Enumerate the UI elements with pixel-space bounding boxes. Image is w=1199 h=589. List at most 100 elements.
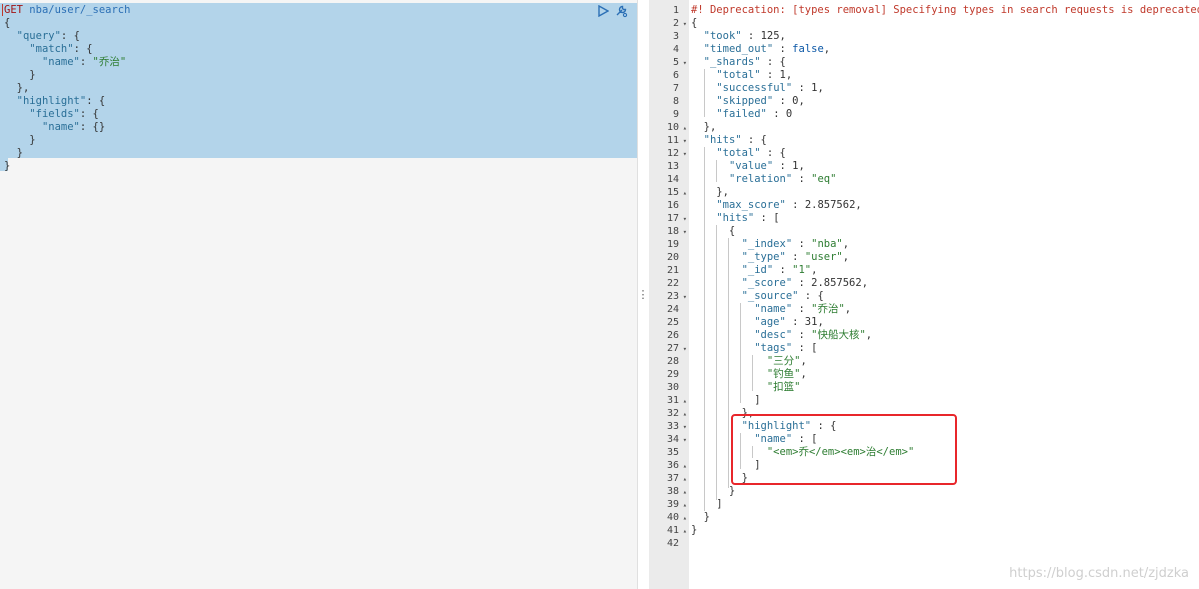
code-token: "successful" xyxy=(716,82,793,94)
code-token: "_type" xyxy=(741,251,786,263)
line-number: 24 xyxy=(649,303,689,316)
line-number-text: 9 xyxy=(672,109,679,120)
line-number: 35 xyxy=(649,446,689,459)
line-number: 5 ▾ xyxy=(649,56,689,69)
code-token: "三分" xyxy=(766,355,801,367)
line-number-text: 7 xyxy=(672,83,679,94)
line-number-text: 24 xyxy=(666,304,679,315)
code-token: } xyxy=(4,69,36,81)
request-code-line: "name": "乔治" xyxy=(4,56,130,69)
code-token: , xyxy=(842,238,850,250)
text-cursor xyxy=(2,4,3,16)
line-number: 37 ▴ xyxy=(649,472,689,485)
indent-guide xyxy=(704,147,705,511)
indent-guide xyxy=(704,69,705,117)
deprecation-warning: #! Deprecation: [types removal] Specifyi… xyxy=(691,4,1199,16)
response-code-line: "_index" : "nba", xyxy=(691,238,1199,251)
response-code-line: "_id" : "1", xyxy=(691,264,1199,277)
play-icon[interactable] xyxy=(596,4,610,18)
request-code[interactable]: GET nba/user/_search { "query": { "match… xyxy=(4,4,130,173)
code-token: "took" xyxy=(703,30,742,42)
request-body: { "query": { "match": { "name": "乔治" } }… xyxy=(4,17,130,173)
response-code-line: "_shards" : { xyxy=(691,56,1199,69)
code-token: : xyxy=(773,264,793,276)
line-number: 38 ▴ xyxy=(649,485,689,498)
code-token: "query" xyxy=(16,30,61,42)
response-code-line: "tags" : [ xyxy=(691,342,1199,355)
line-number-text: 2 xyxy=(672,18,679,29)
pane-splitter[interactable]: ⋮ xyxy=(638,0,649,589)
response-code-line: "name" : "乔治", xyxy=(691,303,1199,316)
request-code-line: } xyxy=(4,134,130,147)
response-code-line: "value" : 1, xyxy=(691,160,1199,173)
indent-guide xyxy=(716,160,717,182)
response-code-line: "max_score" : 2.857562, xyxy=(691,199,1199,212)
code-token: } xyxy=(691,524,698,536)
line-number-text: 36 xyxy=(666,460,679,471)
response-code-line: "total" : 1, xyxy=(691,69,1199,82)
code-token: "highlight" xyxy=(16,95,87,107)
code-token: , xyxy=(779,30,786,42)
code-token: "max_score" xyxy=(716,199,786,211)
code-token: }, xyxy=(691,186,729,198)
line-number: 39 ▴ xyxy=(649,498,689,511)
response-code-line: "_source" : { xyxy=(691,290,1199,303)
code-token: } xyxy=(691,511,710,523)
code-token: "_index" xyxy=(741,238,793,250)
request-url: nba/user/_search xyxy=(29,4,131,16)
code-token: : xyxy=(760,69,780,81)
line-number-text: 23 xyxy=(666,291,679,302)
code-token: : xyxy=(792,277,812,289)
code-token: , xyxy=(865,329,873,341)
code-token: : {} xyxy=(79,121,106,133)
code-token: "match" xyxy=(29,43,74,55)
request-actions xyxy=(596,4,628,18)
code-token: } xyxy=(4,147,23,159)
line-number-text: 38 xyxy=(666,486,679,497)
code-token: : xyxy=(766,108,786,120)
line-number: 26 xyxy=(649,329,689,342)
code-token: }, xyxy=(691,121,717,133)
line-number-text: 29 xyxy=(666,369,679,380)
response-code-line: "_type" : "user", xyxy=(691,251,1199,264)
line-number-text: 10 xyxy=(666,122,679,133)
code-token: "total" xyxy=(716,69,761,81)
line-number-text: 6 xyxy=(672,70,679,81)
line-numbers: 1 2 ▾ 3 4 5 ▾ 6 7 8 9 10 ▴ 11 ▾ 12 ▾ 13 14 15 ▴ 16 17 ▾ 18 ▾ 19 20 2… xyxy=(649,4,689,550)
code-token: "快船大核" xyxy=(811,329,866,341)
line-number-text: 14 xyxy=(666,174,679,185)
line-number-gutter: 1 2 ▾ 3 4 5 ▾ 6 7 8 9 10 ▴ 11 ▾ 12 ▾ 13 14 15 ▴ 16 17 ▾ 18 ▾ 19 20 2… xyxy=(649,0,689,589)
line-number-text: 28 xyxy=(666,356,679,367)
line-number-text: 27 xyxy=(666,343,679,354)
code-token: , xyxy=(811,264,818,276)
line-number-text: 32 xyxy=(666,408,679,419)
code-token: "_score" xyxy=(741,277,793,289)
request-code-line: } xyxy=(4,147,130,160)
wrench-icon[interactable] xyxy=(614,4,628,18)
code-token: } xyxy=(4,160,11,172)
response-code-line: } xyxy=(691,485,1199,498)
line-number: 31 ▴ xyxy=(649,394,689,407)
code-token: "nba" xyxy=(811,238,843,250)
line-number-text: 39 xyxy=(666,499,679,510)
code-token: : xyxy=(741,30,761,42)
code-token: "name" xyxy=(754,303,793,315)
response-code-line xyxy=(691,537,1199,550)
code-token: } xyxy=(4,134,36,146)
line-number-text: 42 xyxy=(666,538,679,549)
code-token: ] xyxy=(691,498,723,510)
code-token: : { xyxy=(798,290,824,302)
request-editor[interactable]: GET nba/user/_search { "query": { "match… xyxy=(0,0,638,589)
response-code-line: { xyxy=(691,225,1199,238)
code-token: , xyxy=(798,95,805,107)
line-number: 25 xyxy=(649,316,689,329)
code-token: : xyxy=(785,316,805,328)
drag-handle-icon[interactable]: ⋮ xyxy=(638,288,649,301)
code-token: , xyxy=(861,277,869,289)
annotation-highlight-box xyxy=(731,414,957,485)
line-number-text: 26 xyxy=(666,330,679,341)
code-token: : xyxy=(785,199,805,211)
